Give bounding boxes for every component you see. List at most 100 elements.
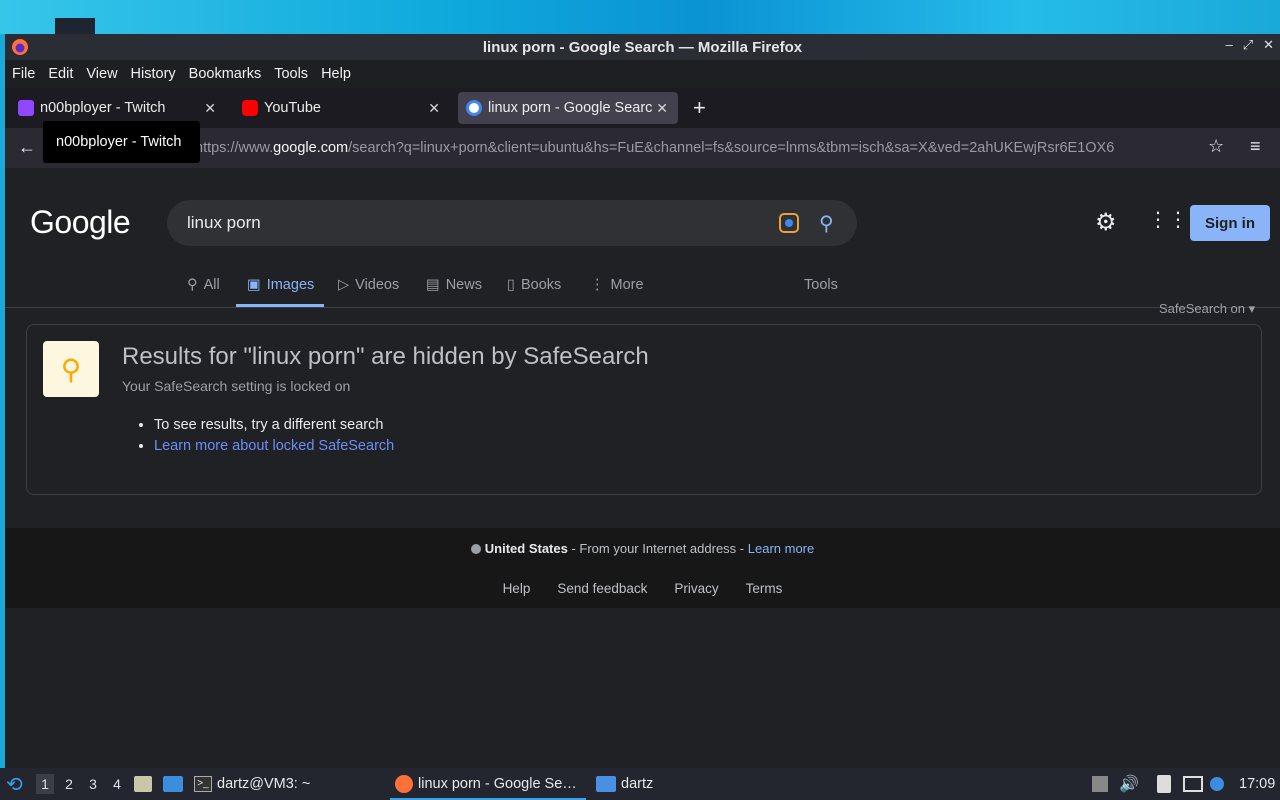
menu-edit[interactable]: Edit (48, 66, 73, 82)
menu-tools[interactable]: Tools (274, 66, 308, 82)
notice-subtext: Your SafeSearch setting is locked on (122, 378, 351, 394)
clock: 17:09 (1239, 776, 1276, 792)
back-icon[interactable]: ← (18, 137, 36, 158)
window-title: linux porn - Google Search — Mozilla Fir… (482, 38, 803, 56)
youtube-icon (242, 100, 258, 116)
close-tab-icon[interactable]: ✕ (656, 100, 668, 117)
menu-bar: File Edit View History Bookmarks Tools H… (5, 60, 1280, 88)
notification-icon[interactable] (1210, 768, 1224, 800)
more-dots-icon: ⋮ (590, 277, 605, 293)
tab-images[interactable]: ▣ Images (247, 277, 314, 293)
terms-link[interactable]: Terms (746, 581, 783, 596)
google-icon (466, 100, 482, 116)
learn-more-safesearch-link[interactable]: Learn more about locked SafeSearch (154, 438, 394, 454)
taskbar: ⟲ 1 2 3 4 >_ dartz@VM3: ~ linux porn - Go… (0, 768, 1280, 800)
tab-videos[interactable]: ▷ Videos (338, 277, 399, 293)
tab-google-search[interactable]: linux porn - Google Searc ✕ (458, 92, 678, 124)
url-bar[interactable]: https://www.google.com/search?q=linux+po… (195, 135, 1235, 161)
workspace-2[interactable]: 2 (60, 774, 78, 794)
network-icon[interactable] (1183, 768, 1203, 800)
location-line: United States - From your Internet addre… (5, 541, 1280, 556)
workspace-1[interactable]: 1 (36, 774, 54, 794)
firefox-icon (12, 39, 28, 55)
tools-button[interactable]: Tools (804, 277, 838, 293)
menu-view[interactable]: View (86, 66, 117, 82)
chevron-down-icon: ▾ (1248, 301, 1256, 316)
file-manager-launcher-icon[interactable] (134, 768, 152, 800)
page-footer: United States - From your Internet addre… (5, 528, 1280, 608)
location-dot-icon (470, 544, 481, 554)
image-icon: ▣ (247, 277, 261, 293)
list-item: Learn more about locked SafeSearch (154, 436, 394, 457)
sign-in-button[interactable]: Sign in (1190, 205, 1270, 241)
menu-history[interactable]: History (131, 66, 176, 82)
search-icon[interactable]: ⚲ (819, 211, 834, 236)
tab-label: Images (266, 277, 315, 293)
location-text: - From your Internet address - (567, 541, 748, 556)
google-logo[interactable]: Google (30, 204, 131, 241)
tab-all[interactable]: ⚲ All (187, 277, 220, 293)
footer-links: Help Send feedback Privacy Terms (5, 581, 1280, 596)
tab-label: Videos (355, 277, 400, 293)
tab-twitch[interactable]: n00bployer - Twitch ✕ (10, 92, 226, 124)
url-prefix: https://www. (195, 140, 274, 156)
close-tab-icon[interactable]: ✕ (204, 100, 216, 117)
tab-more[interactable]: ⋮ More (590, 277, 644, 293)
list-item: To see results, try a different search (154, 415, 394, 436)
search-icon: ⚲ (187, 277, 198, 293)
menu-file[interactable]: File (12, 66, 35, 82)
video-icon: ▷ (338, 277, 350, 293)
menu-bookmarks[interactable]: Bookmarks (189, 66, 262, 82)
workspace-4[interactable]: 4 (108, 774, 126, 794)
app-menu-icon[interactable]: ≡ (1250, 136, 1261, 157)
book-icon: ▯ (507, 277, 515, 293)
safesearch-notice: ⚲ Results for "linux porn" are hidden by… (26, 324, 1262, 495)
tab-label: News (445, 277, 482, 293)
taskbar-firefox[interactable]: linux porn - Google Se… (395, 768, 577, 800)
clipboard-icon[interactable] (1157, 768, 1171, 800)
taskbar-label: dartz@VM3: ~ (217, 776, 311, 792)
close-tab-icon[interactable]: ✕ (428, 100, 440, 117)
privacy-link[interactable]: Privacy (674, 581, 718, 596)
close-window-button[interactable]: ✕ (1263, 37, 1274, 53)
minimize-button[interactable]: – (1225, 37, 1232, 53)
volume-icon[interactable]: 🔊 (1119, 768, 1139, 800)
menu-help[interactable]: Help (321, 66, 351, 82)
tab-books[interactable]: ▯ Books (507, 277, 561, 293)
url-path: /search?q=linux+porn&client=ubuntu&hs=Fu… (348, 140, 1115, 156)
bookmark-star-icon[interactable]: ☆ (1208, 136, 1224, 157)
search-warning-icon: ⚲ (43, 341, 99, 397)
terminal-icon: >_ (194, 776, 212, 792)
send-feedback-link[interactable]: Send feedback (557, 581, 647, 596)
taskbar-label: linux porn - Google Se… (418, 776, 577, 792)
google-results-page: Google linux porn ⚲ ⚙ ⋮⋮⋮ Sign in ⚲ All ▣… (5, 174, 1280, 768)
url-domain: google.com (273, 140, 349, 156)
tray-eject-icon[interactable] (1092, 768, 1108, 800)
search-query[interactable]: linux porn (187, 213, 261, 233)
settings-gear-icon[interactable]: ⚙ (1095, 208, 1117, 237)
tab-youtube[interactable]: YouTube ✕ (234, 92, 450, 124)
show-desktop-icon[interactable] (163, 768, 183, 800)
workspace-3[interactable]: 3 (84, 774, 102, 794)
tab-label: More (610, 277, 644, 293)
safesearch-dropdown[interactable]: SafeSearch on ▾ (1159, 301, 1255, 317)
safesearch-label: SafeSearch on (1159, 301, 1246, 316)
lens-camera-icon[interactable] (779, 213, 799, 233)
desktop-wallpaper (0, 0, 1280, 34)
news-icon: ▤ (426, 277, 440, 293)
search-input[interactable]: linux porn ⚲ (167, 200, 857, 246)
tab-news[interactable]: ▤ News (426, 277, 482, 293)
tab-title: YouTube (264, 100, 321, 116)
taskbar-files[interactable]: dartz (596, 768, 653, 800)
country-name: United States (484, 541, 568, 556)
notice-heading: Results for "linux porn" are hidden by S… (122, 343, 649, 370)
maximize-button[interactable]: ⤢ (1243, 37, 1253, 53)
new-tab-button[interactable]: + (693, 95, 706, 121)
notice-list: To see results, try a different search L… (154, 415, 394, 457)
twitch-icon (18, 100, 34, 116)
learn-more-link[interactable]: Learn more (748, 541, 814, 556)
start-menu-icon[interactable]: ⟲ (6, 768, 23, 800)
tab-label: All (203, 277, 220, 293)
taskbar-terminal[interactable]: >_ dartz@VM3: ~ (194, 768, 310, 800)
help-link[interactable]: Help (503, 581, 531, 596)
